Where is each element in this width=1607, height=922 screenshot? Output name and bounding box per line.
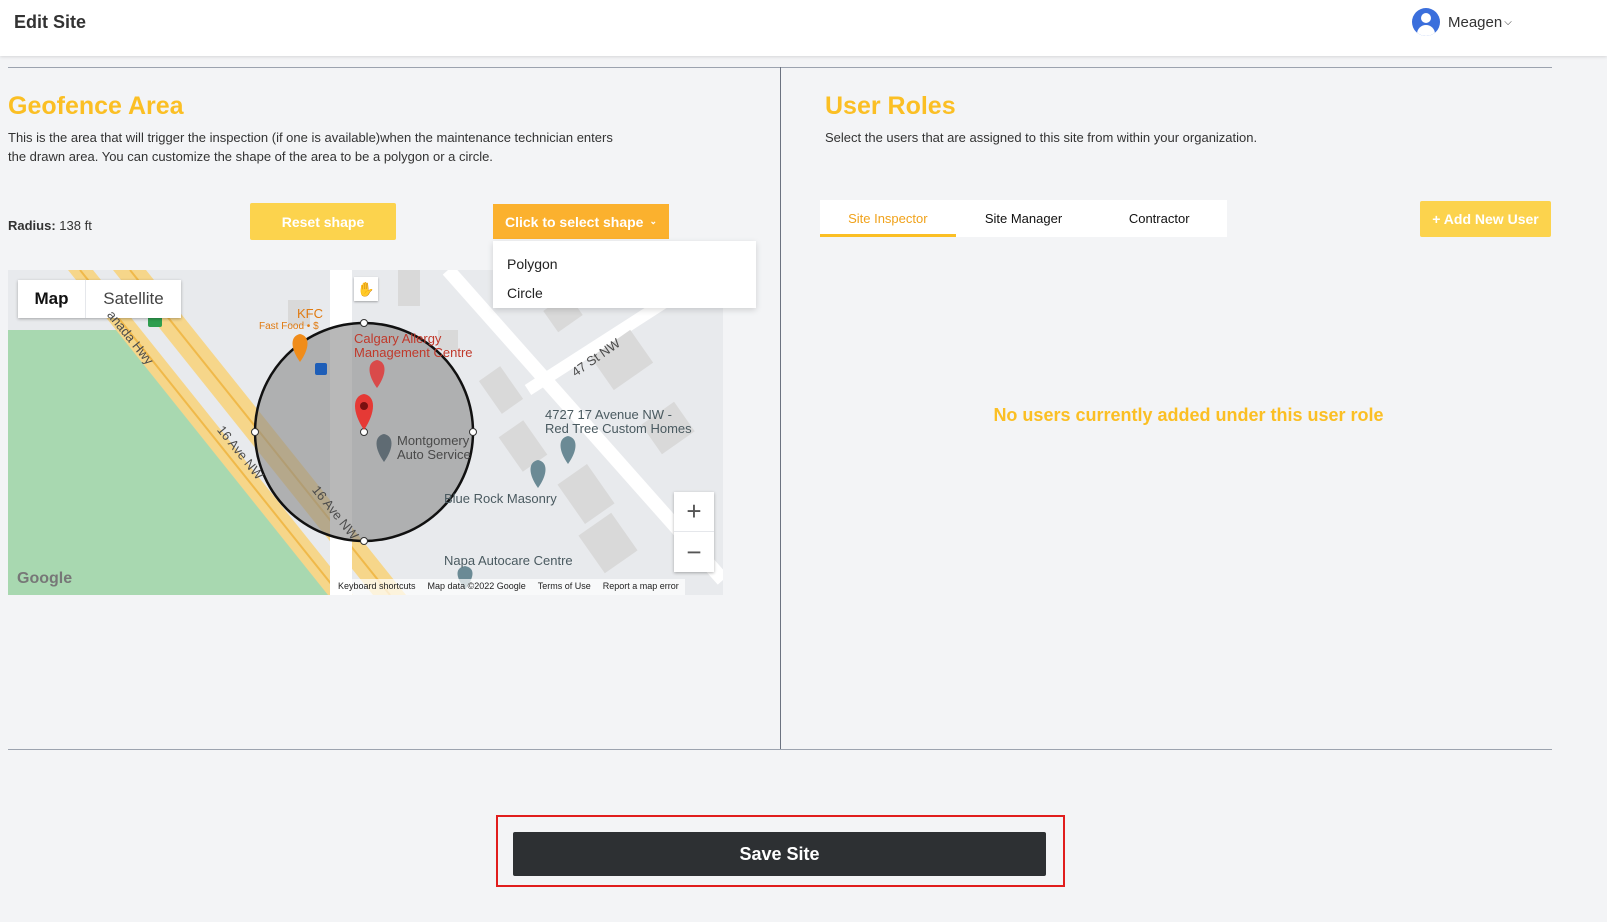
map-type-control: Map Satellite (18, 280, 181, 318)
map-canvas[interactable]: Map Satellite ✋ KFC Fast Food • $ Calgar… (8, 270, 723, 595)
map-label-masonry: Blue Rock Masonry (444, 491, 557, 506)
geofence-description-line: the drawn area. You can customize the sh… (8, 149, 493, 164)
report-map-error-link[interactable]: Report a map error (603, 581, 679, 593)
map-label-napa: Napa Autocare Centre (444, 553, 573, 568)
radius-value: 138 ft (59, 218, 92, 233)
map-label-line: Calgary Allergy (354, 331, 442, 346)
keyboard-shortcuts-link[interactable]: Keyboard shortcuts (338, 581, 416, 593)
shape-dropdown: Polygon Circle (493, 241, 756, 308)
map-data-text: Map data ©2022 Google (427, 581, 526, 591)
chevron-down-icon: ⌵ (1504, 16, 1512, 28)
geofence-description-line: This is the area that will trigger the i… (8, 130, 613, 145)
column-divider (780, 67, 781, 749)
user-avatar-icon (1412, 8, 1440, 36)
reset-shape-button[interactable]: Reset shape (250, 203, 396, 240)
shape-option-circle[interactable]: Circle (493, 278, 756, 307)
empty-users-message: No users currently added under this user… (993, 405, 1384, 425)
radius-readout: Radius: 138 ft (8, 218, 92, 233)
user-roles-description: Select the users that are assigned to th… (825, 130, 1258, 145)
google-logo: Google (17, 570, 73, 587)
shape-option-polygon[interactable]: Polygon (493, 249, 756, 278)
tab-site-inspector[interactable]: Site Inspector (820, 200, 956, 237)
map-label-clinic: Calgary Allergy Management Centre (354, 332, 473, 360)
map-label-montgomery: Montgomery Auto Service (397, 434, 471, 462)
user-roles-title: User Roles (825, 92, 956, 120)
map-label-line: Montgomery (397, 433, 470, 448)
user-menu[interactable]: Meagen ⌵ (1412, 7, 1512, 37)
map-label-kfc-sub: Fast Food • $ (259, 321, 319, 332)
zoom-in-button[interactable]: + (674, 492, 714, 532)
page-title: Edit Site (14, 12, 87, 32)
chevron-down-icon: ⌄ (649, 216, 658, 226)
map-label-kfc: KFC (297, 306, 323, 321)
map-label-avenue: 4727 17 Avenue NW - Red Tree Custom Home… (545, 408, 692, 436)
save-highlight-box: Save Site (496, 815, 1065, 887)
bottom-divider (8, 749, 1552, 750)
map-label-line: Management Centre (354, 345, 473, 360)
save-site-button[interactable]: Save Site (513, 832, 1046, 876)
tab-contractor[interactable]: Contractor (1091, 200, 1227, 237)
map-type-satellite[interactable]: Satellite (85, 280, 181, 318)
map-label-line: Auto Service (397, 447, 471, 462)
role-tabs: Site Inspector Site Manager Contractor (820, 200, 1227, 237)
map-type-map[interactable]: Map (18, 280, 85, 318)
select-shape-label: Click to select shape (504, 213, 644, 230)
map-label-line: 4727 17 Avenue NW - (545, 407, 672, 422)
zoom-control: + − (674, 492, 714, 572)
hand-pan-icon[interactable]: ✋ (354, 277, 378, 301)
geofence-description: This is the area that will trigger the i… (8, 128, 613, 166)
map-attribution: Keyboard shortcuts Map data ©2022 Google… (332, 579, 685, 595)
select-shape-button[interactable]: Click to select shape ⌄ (493, 204, 669, 239)
user-name: Meagen (1448, 13, 1503, 31)
terms-of-use-link[interactable]: Terms of Use (538, 581, 591, 593)
radius-label: Radius: (8, 218, 56, 233)
tab-site-manager[interactable]: Site Manager (956, 200, 1092, 237)
top-bar: Edit Site Meagen ⌵ (0, 0, 1607, 56)
geofence-title: Geofence Area (8, 92, 184, 120)
zoom-out-button[interactable]: − (674, 532, 714, 572)
map-label-line: Red Tree Custom Homes (545, 421, 692, 436)
add-new-user-button[interactable]: + Add New User (1420, 201, 1551, 237)
